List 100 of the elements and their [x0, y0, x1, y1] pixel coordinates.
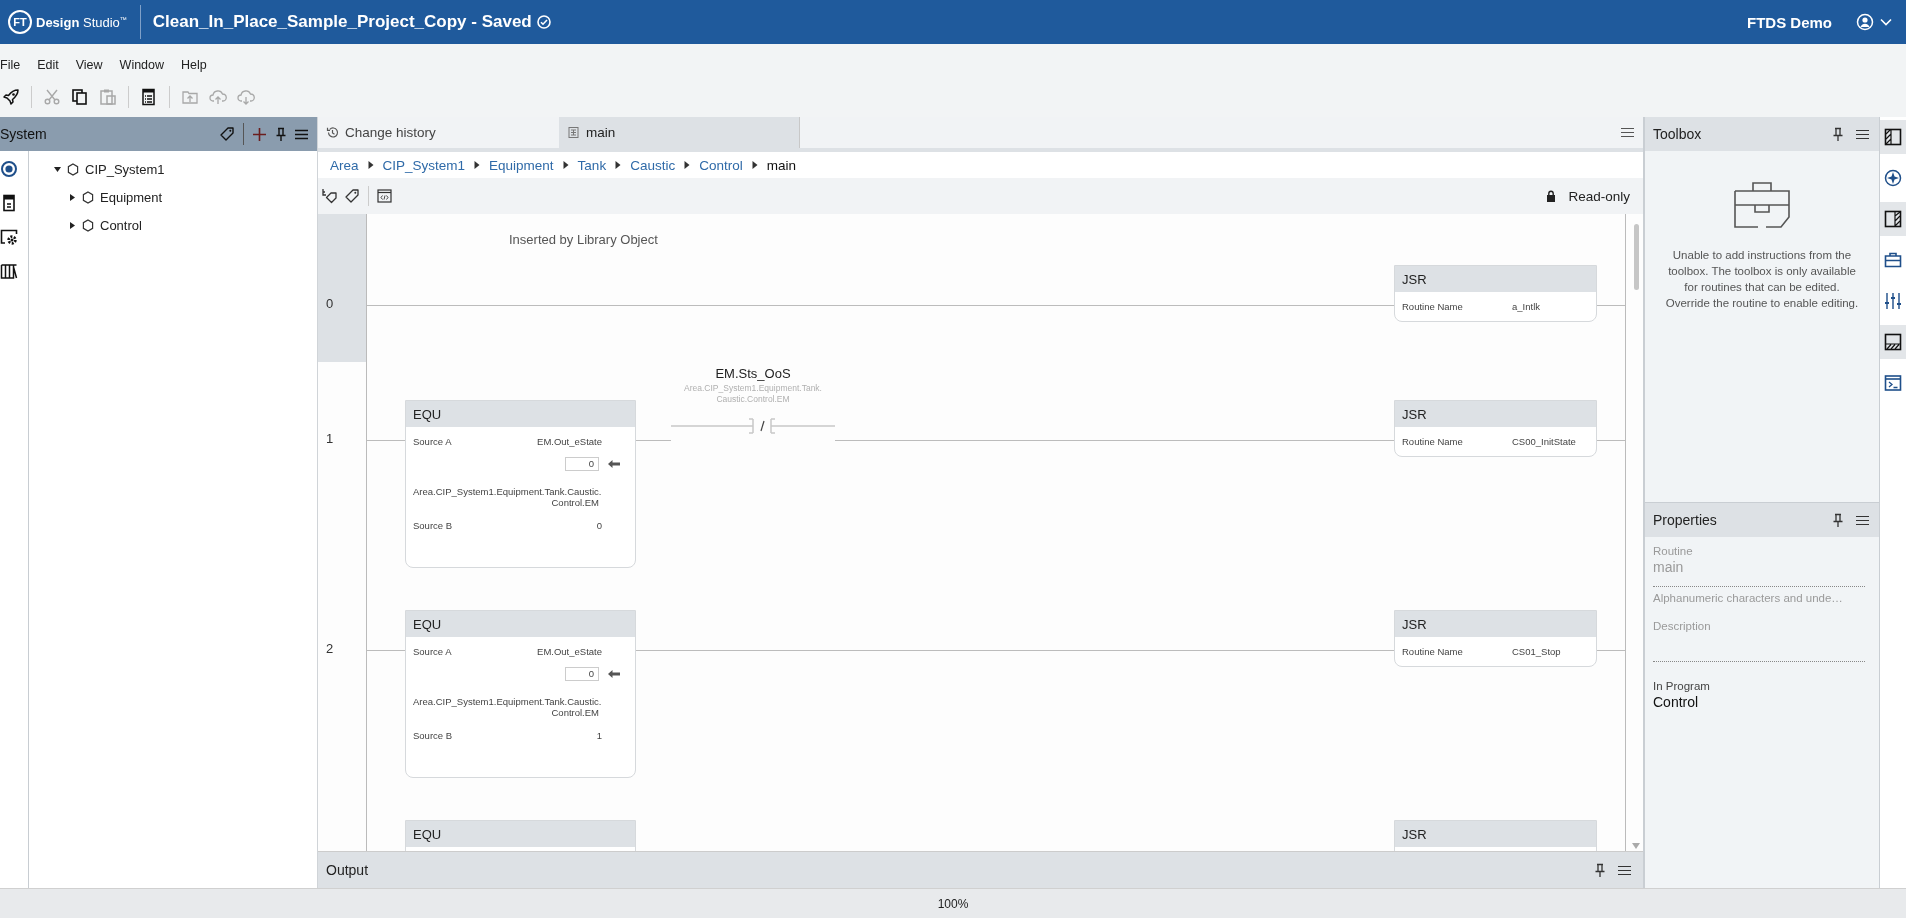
- breadcrumb-link[interactable]: Tank: [577, 157, 607, 173]
- panel-title: Properties: [1653, 512, 1717, 528]
- arrow-left-icon: [608, 460, 620, 468]
- contact-tag: EM.Sts_OoS: [715, 364, 791, 383]
- breadcrumb-link[interactable]: Control: [699, 157, 743, 173]
- menu-icon[interactable]: [295, 128, 308, 140]
- caret-icon[interactable]: [69, 221, 76, 229]
- project-title: Clean_In_Place_Sample_Project_Copy - Saved: [152, 12, 532, 32]
- editor-tab[interactable]: main: [559, 117, 800, 148]
- menu-item[interactable]: Help: [181, 56, 214, 74]
- panel-left-icon[interactable]: [1880, 120, 1906, 154]
- operand-tag: EM.Out_eState: [537, 645, 602, 657]
- field-hint: Alphanumeric characters and unde…: [1653, 592, 1844, 604]
- pin-icon[interactable]: [275, 126, 287, 142]
- operand-label: Source A: [413, 645, 452, 657]
- operand-value: CS01_Stop: [1512, 645, 1562, 657]
- zoom-level: 100%: [937, 896, 969, 911]
- instruction-block[interactable]: EQU Source A EM.Out_eState 0 Area.CIP_System1.Equipment.Tank.Caustic. Control.EM Source B 0: [405, 400, 636, 568]
- menu-icon[interactable]: [1856, 514, 1869, 526]
- instruction-name: JSR: [1395, 401, 1596, 427]
- operand-label: Source A: [413, 435, 452, 447]
- menu-icon[interactable]: [1621, 127, 1634, 138]
- tag-icon[interactable]: [219, 126, 235, 142]
- user-icon[interactable]: [1856, 13, 1874, 31]
- instruction-name: EQU: [406, 401, 635, 427]
- caret-icon[interactable]: [69, 193, 76, 201]
- tag-branch-icon[interactable]: [321, 188, 339, 204]
- instruction-name: EQU: [406, 611, 635, 637]
- menu-icon[interactable]: [1856, 128, 1869, 140]
- breadcrumb-link[interactable]: Area: [330, 157, 359, 173]
- hexagon-icon: [82, 190, 94, 204]
- operand-value: a_Intlk: [1512, 300, 1541, 312]
- tree-item[interactable]: Control: [29, 211, 165, 239]
- logo-mark: FT: [8, 10, 32, 34]
- tree-item[interactable]: CIP_System1: [29, 155, 165, 183]
- tag-path: Area.CIP_System1.Equipment.Tank.Caustic. Control.EM: [413, 696, 603, 718]
- rung-comment: Inserted by Library Object: [508, 232, 659, 249]
- app-name: Design Studio$^{™}$: [36, 14, 127, 30]
- menu-item[interactable]: Window: [119, 56, 172, 74]
- panel-title: Output: [326, 862, 369, 878]
- arrow-left-icon: [608, 670, 620, 678]
- chevron-right-icon: [684, 161, 691, 169]
- pin-icon[interactable]: [1594, 862, 1606, 878]
- breadcrumb-link[interactable]: Caustic: [630, 157, 676, 173]
- chevron-right-icon: [367, 161, 374, 169]
- instruction-name: JSR: [1395, 611, 1596, 637]
- chevron-right-icon: [474, 161, 481, 169]
- rung-number[interactable]: 2: [318, 572, 367, 782]
- menu-item[interactable]: View: [75, 56, 110, 74]
- operand-value: 1: [596, 729, 602, 741]
- instruction-block[interactable]: JSR Routine Name a_Intlk: [1394, 265, 1597, 322]
- toolbox-icon: [1733, 181, 1791, 229]
- operand-value: 0: [596, 519, 602, 531]
- instruction-block[interactable]: EQU Source A EM.Out_eState 0 Area.CIP_System1.Equipment.Tank.Caustic. Control.EM Source B 1: [405, 610, 636, 778]
- editor-tab[interactable]: Change history: [318, 117, 559, 148]
- panel-title: Toolbox: [1653, 126, 1702, 142]
- value-field: 0: [565, 667, 599, 681]
- rung-number[interactable]: 1: [318, 362, 367, 572]
- operand-label: Source B: [413, 519, 453, 531]
- operand-tag: EM.Out_eState: [537, 435, 602, 447]
- property-value: Control: [1653, 694, 1700, 710]
- panel-right-icon[interactable]: [1880, 202, 1906, 236]
- breadcrumb-current: main: [766, 157, 796, 173]
- panel-bottom-icon[interactable]: [1880, 325, 1906, 359]
- chevron-right-icon: [615, 161, 622, 169]
- caret-icon[interactable]: [54, 165, 61, 173]
- tag-icon[interactable]: [344, 188, 360, 204]
- operand-label: Routine Name: [1402, 300, 1463, 312]
- instruction-block[interactable]: JSR Routine Name CS01_Stop: [1394, 610, 1597, 667]
- hexagon-icon: [82, 218, 94, 232]
- breadcrumb-link[interactable]: Equipment: [489, 157, 554, 173]
- breadcrumb-link[interactable]: CIP_System1: [382, 157, 466, 173]
- hexagon-icon: [67, 162, 79, 176]
- rung-number[interactable]: 0: [318, 214, 367, 362]
- instruction-block[interactable]: JSR Routine Name CS00_InitState: [1394, 400, 1597, 457]
- menu-item[interactable]: Edit: [37, 56, 66, 74]
- user-name[interactable]: FTDS Demo: [1747, 13, 1832, 31]
- chevron-right-icon: [562, 161, 569, 169]
- menu-icon[interactable]: [1618, 864, 1631, 876]
- operand-label: Source B: [413, 729, 453, 741]
- pin-icon[interactable]: [1832, 512, 1844, 528]
- menu-item[interactable]: File: [0, 56, 28, 74]
- code-icon[interactable]: [377, 189, 392, 203]
- operand-label: Routine Name: [1402, 435, 1463, 447]
- chevron-down-icon[interactable]: [1880, 18, 1892, 26]
- tree-item[interactable]: Equipment: [29, 183, 165, 211]
- lock-icon: [1546, 190, 1557, 202]
- property-label: In Program: [1653, 680, 1711, 692]
- routine-icon: [567, 126, 580, 139]
- instruction-name: JSR: [1395, 266, 1596, 292]
- tag-path: Area.CIP_System1.Equipment.Tank. Caustic.Control.EM: [684, 383, 822, 406]
- toolbox-message: Unable to add instructions from the toolbox. The toolbox is only available for routines that can be edited. Override the routine to enable editing.: [1664, 248, 1860, 311]
- value-field: 0: [565, 457, 599, 471]
- history-icon: [326, 126, 339, 139]
- read-only-label: Read-only: [1568, 188, 1630, 204]
- tag-path: Area.CIP_System1.Equipment.Tank.Caustic. Control.EM: [413, 486, 603, 508]
- operand-value: CS00_InitState: [1512, 435, 1577, 447]
- panel-title: System: [0, 126, 47, 142]
- add-icon[interactable]: [252, 126, 267, 142]
- pin-icon[interactable]: [1832, 126, 1844, 142]
